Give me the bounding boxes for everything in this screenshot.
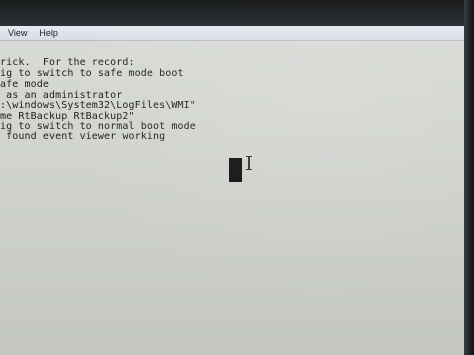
text-editor-area[interactable]: rick. For the record: ig to switch to sa… <box>0 50 464 350</box>
text-line: afe mode <box>0 79 49 90</box>
monitor-bezel-right <box>464 0 474 355</box>
text-line: ig to switch to safe mode boot <box>0 68 184 79</box>
menu-bar: View Help <box>0 26 464 41</box>
i-beam-icon <box>246 156 252 170</box>
selection-block <box>229 158 242 182</box>
notepad-window: View Help rick. For the record: ig to sw… <box>0 26 464 355</box>
text-line: :\windows\System32\LogFiles\WMI" <box>0 100 196 111</box>
menu-help[interactable]: Help <box>33 26 64 40</box>
menu-view[interactable]: View <box>2 26 33 40</box>
text-line: found event viewer working <box>0 131 166 142</box>
text-line: rick. For the record: <box>0 57 135 68</box>
monitor-bezel-top <box>0 0 474 26</box>
